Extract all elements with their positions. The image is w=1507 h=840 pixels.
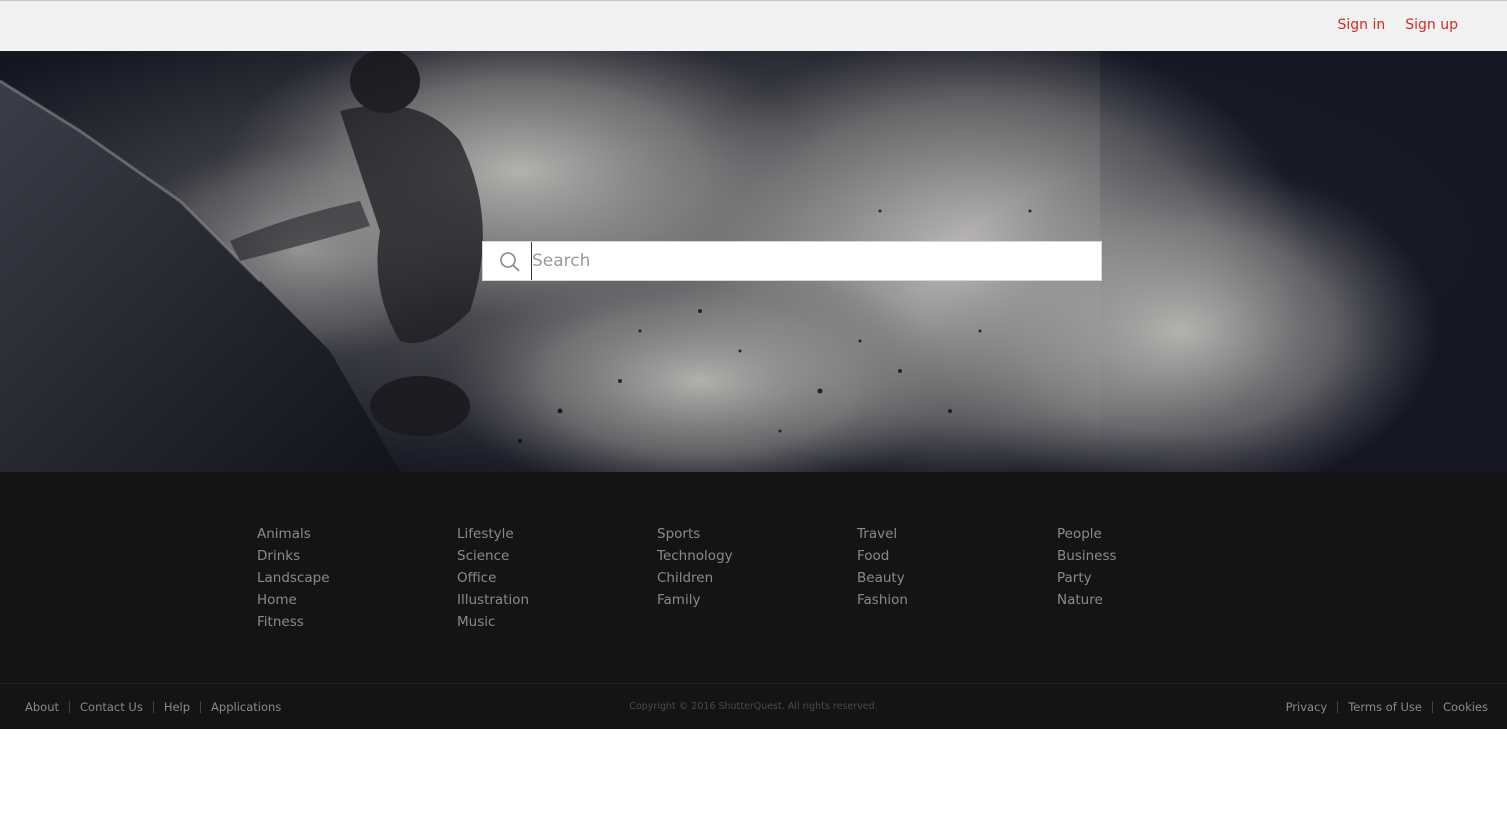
- sign-up-link[interactable]: Sign up: [1405, 17, 1458, 33]
- category-column-4: Travel Food Beauty Fashion: [857, 523, 1057, 633]
- category-link[interactable]: Music: [457, 611, 657, 633]
- hero-banner: [0, 51, 1507, 472]
- category-column-3: Sports Technology Children Family: [657, 523, 857, 633]
- category-links: Animals Drinks Landscape Home Fitness Li…: [257, 523, 1257, 633]
- terms-of-use-link[interactable]: Terms of Use: [1348, 700, 1422, 714]
- category-link[interactable]: Landscape: [257, 567, 457, 589]
- category-column-5: People Business Party Nature: [1057, 523, 1257, 633]
- category-link[interactable]: Family: [657, 589, 857, 611]
- category-link[interactable]: Travel: [857, 523, 1057, 545]
- cookies-link[interactable]: Cookies: [1443, 700, 1488, 714]
- divider: [1337, 701, 1339, 713]
- category-link[interactable]: Children: [657, 567, 857, 589]
- category-link[interactable]: Home: [257, 589, 457, 611]
- category-link[interactable]: Office: [457, 567, 657, 589]
- category-column-1: Animals Drinks Landscape Home Fitness: [257, 523, 457, 633]
- category-link[interactable]: Drinks: [257, 545, 457, 567]
- category-link[interactable]: Beauty: [857, 567, 1057, 589]
- category-link[interactable]: Party: [1057, 567, 1257, 589]
- category-link[interactable]: Fashion: [857, 589, 1057, 611]
- copyright-text: Copyright © 2016 ShutterQuest. All right…: [629, 701, 878, 712]
- divider: [1431, 701, 1433, 713]
- category-link[interactable]: Nature: [1057, 589, 1257, 611]
- category-link[interactable]: Technology: [657, 545, 857, 567]
- category-link[interactable]: Sports: [657, 523, 857, 545]
- category-link[interactable]: Food: [857, 545, 1057, 567]
- category-link[interactable]: Business: [1057, 545, 1257, 567]
- search-icon[interactable]: [499, 251, 521, 273]
- footer: Animals Drinks Landscape Home Fitness Li…: [0, 472, 1507, 729]
- category-link[interactable]: Illustration: [457, 589, 657, 611]
- category-link[interactable]: Science: [457, 545, 657, 567]
- search-bar[interactable]: [482, 241, 1102, 281]
- sign-in-link[interactable]: Sign in: [1338, 17, 1386, 33]
- footer-bottom-bar: About Contact Us Help Applications Copyr…: [0, 683, 1507, 729]
- category-link[interactable]: Animals: [257, 523, 457, 545]
- category-link[interactable]: Lifestyle: [457, 523, 657, 545]
- top-navbar: Sign in Sign up: [0, 0, 1507, 51]
- footer-right-links: Privacy Terms of Use Cookies: [1286, 700, 1488, 714]
- auth-links: Sign in Sign up: [1338, 17, 1459, 33]
- privacy-link[interactable]: Privacy: [1286, 700, 1328, 714]
- search-input[interactable]: [531, 242, 1091, 280]
- category-link[interactable]: Fitness: [257, 611, 457, 633]
- category-column-2: Lifestyle Science Office Illustration Mu…: [457, 523, 657, 633]
- category-link[interactable]: People: [1057, 523, 1257, 545]
